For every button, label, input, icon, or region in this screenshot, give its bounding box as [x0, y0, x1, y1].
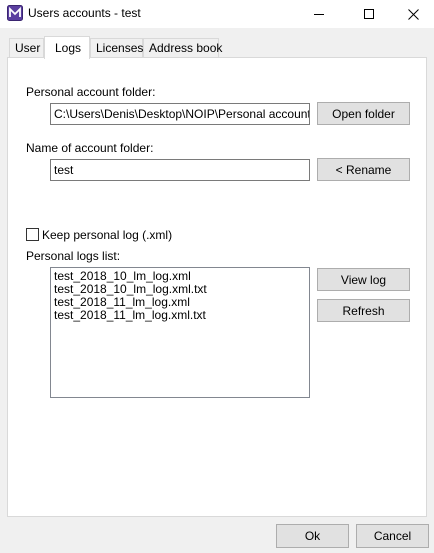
- window-title: Users accounts - test: [28, 6, 141, 20]
- close-button[interactable]: [390, 0, 434, 28]
- keep-log-checkbox[interactable]: [26, 228, 39, 241]
- account-folder-path-field[interactable]: C:\Users\Denis\Desktop\NOIP\Personal acc…: [50, 103, 310, 125]
- view-log-button[interactable]: View log: [317, 268, 410, 291]
- tab-logs[interactable]: Logs: [44, 36, 90, 59]
- list-item[interactable]: test_2018_11_lm_log.xml.txt: [54, 309, 306, 322]
- account-folder-name-field[interactable]: test: [50, 159, 310, 181]
- account-folder-name-label: Name of account folder:: [26, 141, 154, 155]
- app-logo-icon: [7, 5, 23, 21]
- rename-button[interactable]: < Rename: [317, 158, 410, 181]
- ok-button[interactable]: Ok: [276, 524, 349, 548]
- keep-log-label: Keep personal log (.xml): [42, 228, 173, 242]
- logs-listbox[interactable]: test_2018_10_lm_log.xml test_2018_10_lm_…: [50, 267, 310, 398]
- refresh-button[interactable]: Refresh: [317, 299, 410, 322]
- close-icon: [407, 8, 419, 20]
- maximize-button[interactable]: [346, 0, 392, 28]
- tab-licenses[interactable]: Licenses: [90, 38, 143, 58]
- account-folder-label: Personal account folder:: [26, 85, 156, 99]
- minimize-button[interactable]: [296, 0, 342, 28]
- open-folder-button[interactable]: Open folder: [317, 102, 410, 125]
- tab-user[interactable]: User: [9, 38, 44, 58]
- maximize-icon: [364, 9, 374, 19]
- tab-address-book[interactable]: Address book: [143, 38, 222, 58]
- logs-list-label: Personal logs list:: [26, 249, 121, 263]
- minimize-icon: [314, 9, 324, 19]
- cancel-button[interactable]: Cancel: [356, 524, 429, 548]
